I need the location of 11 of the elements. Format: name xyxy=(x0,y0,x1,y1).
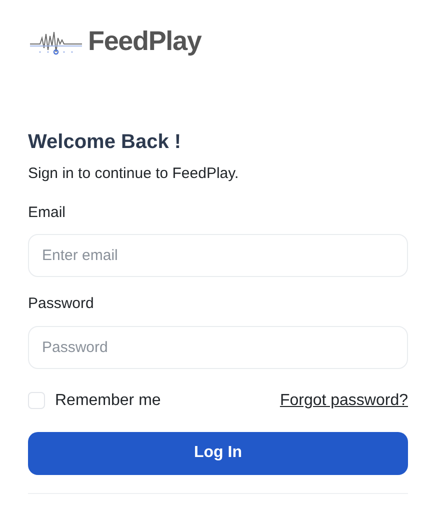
input-field[interactable]: Password xyxy=(28,326,408,368)
checkbox[interactable] xyxy=(28,392,45,409)
field-label: Email xyxy=(28,202,67,222)
subtitle: Sign in to continue to FeedPlay. xyxy=(28,164,240,184)
forgot-password-link[interactable]: Forgot password? xyxy=(280,388,408,412)
remember-label: Remember me xyxy=(55,390,161,410)
login-button[interactable]: Log In xyxy=(28,432,408,474)
logo-text: FeedPlay xyxy=(88,24,202,58)
input-field[interactable]: Enter email xyxy=(28,234,408,277)
heading: Welcome Back ! xyxy=(28,130,182,155)
field-label: Password xyxy=(28,294,95,314)
